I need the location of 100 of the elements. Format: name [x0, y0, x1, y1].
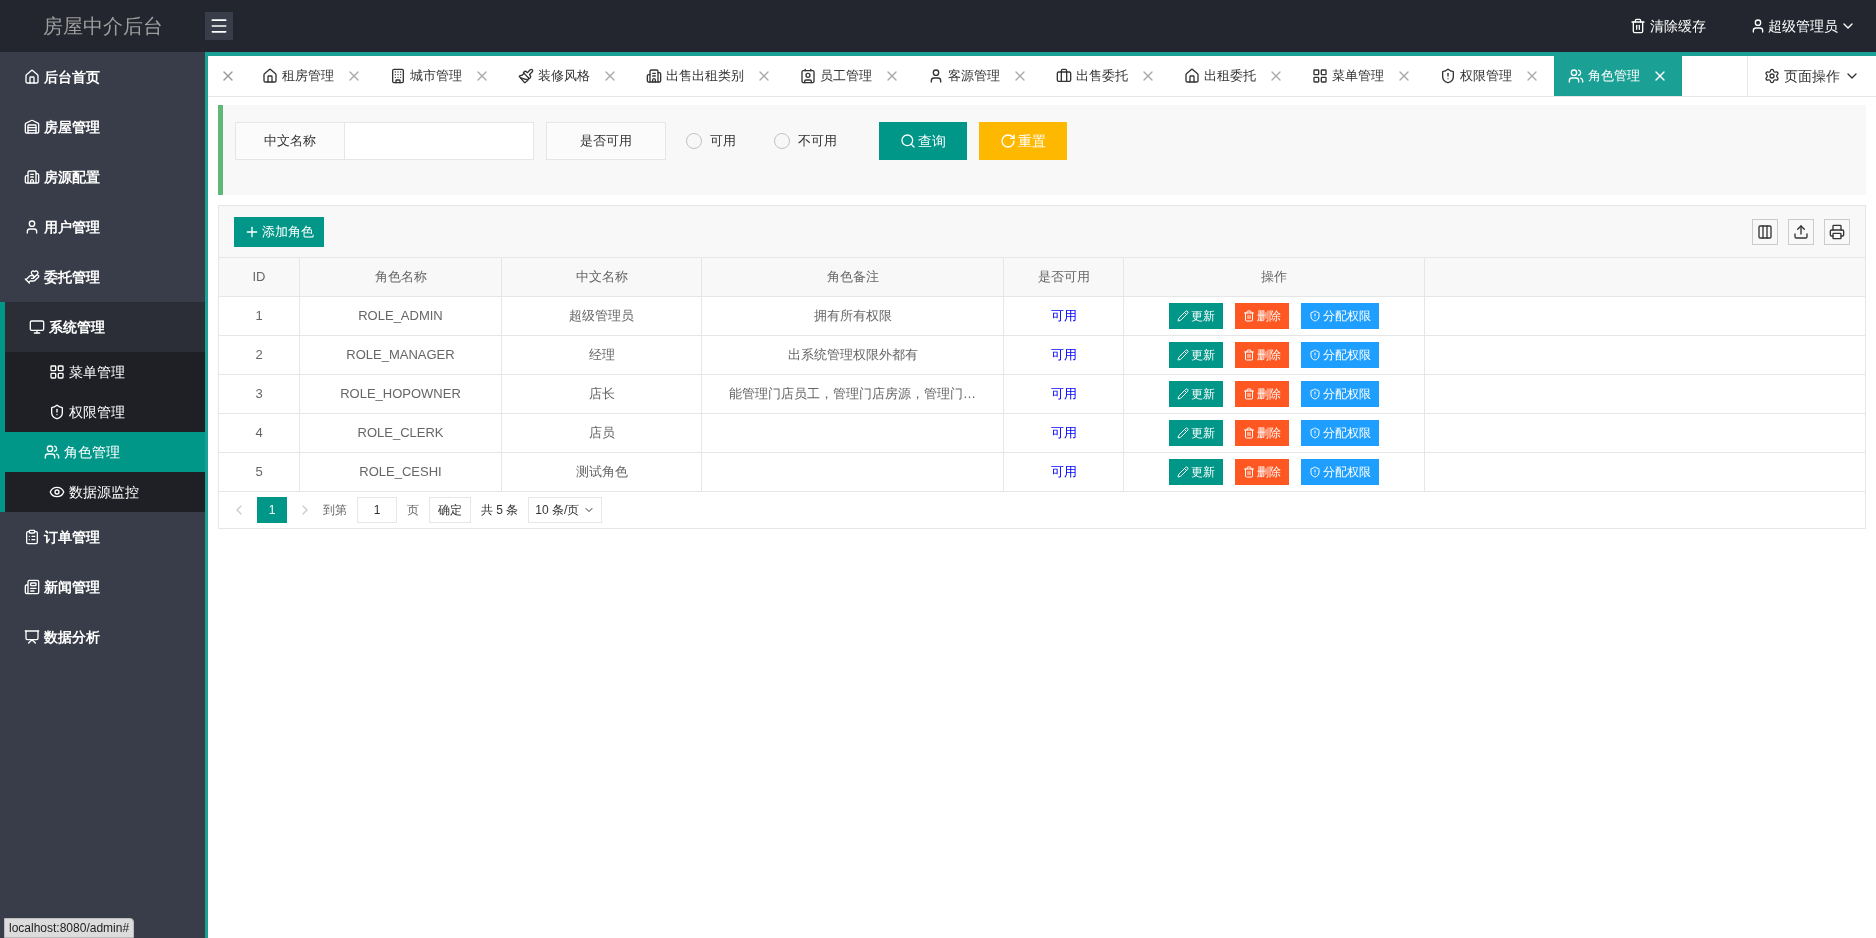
user-icon — [1750, 18, 1766, 34]
table-cell-text: ROLE_ADMIN — [358, 307, 443, 326]
settings-icon — [1764, 68, 1780, 84]
sidebar-item[interactable]: 房源配置 — [0, 152, 205, 202]
status-text: 可用 — [1050, 385, 1077, 404]
user-menu[interactable]: 超级管理员 — [1750, 15, 1856, 37]
clear-cache-button[interactable]: 清除缓存 — [1630, 15, 1706, 37]
sidebar-item[interactable]: 订单管理 — [0, 512, 205, 562]
column-header: 操作 — [1124, 258, 1425, 296]
column-header: 角色备注 — [702, 258, 1004, 296]
column-header: ID — [219, 258, 300, 296]
grid-icon — [49, 364, 65, 380]
table-cell-text: 出系统管理权限外都有 — [787, 346, 918, 365]
print-icon[interactable] — [1824, 218, 1850, 245]
search-button[interactable]: 查询 — [879, 122, 967, 160]
table-cell-text: 超级管理员 — [569, 307, 634, 326]
grid-icon — [1312, 68, 1328, 84]
page-size-select[interactable]: 10 条/页 — [528, 497, 603, 523]
page-actions-button[interactable]: 页面操作 — [1747, 56, 1876, 96]
update-button[interactable]: 更新 — [1169, 342, 1223, 368]
menu-button[interactable] — [205, 12, 233, 40]
user-icon — [928, 68, 944, 84]
page-button[interactable]: 1 — [257, 497, 287, 523]
status-text: 可用 — [1050, 463, 1077, 482]
contact-icon — [800, 68, 816, 84]
status-text: 可用 — [1050, 424, 1077, 443]
warehouse-icon — [24, 119, 40, 135]
tab[interactable]: 出租委托 — [1170, 56, 1298, 96]
table-cell-text: 4 — [255, 424, 263, 443]
total-count: 共 5 条 — [481, 502, 519, 519]
trash-icon — [1243, 427, 1255, 439]
name-input-field[interactable] — [344, 122, 534, 160]
add-role-button[interactable]: 添加角色 — [234, 216, 324, 247]
pencil-icon — [1177, 388, 1189, 400]
field-label: 是否可用 — [546, 122, 666, 160]
eye-icon — [49, 484, 65, 500]
tab[interactable]: 租房管理 — [248, 56, 376, 96]
shield-icon — [1309, 466, 1321, 478]
sidebar-item[interactable]: 数据分析 — [0, 612, 205, 662]
update-button[interactable]: 更新 — [1169, 420, 1223, 446]
tab[interactable]: 权限管理 — [1426, 56, 1554, 96]
sidebar-item[interactable]: 后台首页 — [0, 52, 205, 102]
tab[interactable]: 装修风格 — [504, 56, 632, 96]
trash-icon — [1243, 466, 1255, 478]
table-cell-text: 经理 — [588, 346, 615, 365]
table-cell-text: 1 — [255, 307, 263, 326]
pencil-icon — [1177, 466, 1189, 478]
radio-option[interactable]: 可用 — [678, 122, 744, 160]
columns-icon[interactable] — [1752, 218, 1778, 245]
sidebar-item[interactable]: 委托管理 — [0, 252, 205, 302]
sidebar-item[interactable]: 房屋管理 — [0, 102, 205, 152]
update-button[interactable]: 更新 — [1169, 303, 1223, 329]
page-input-field[interactable]: 1 — [357, 497, 397, 523]
shield-icon — [1440, 68, 1456, 84]
sidebar-subitem[interactable]: 权限管理 — [0, 392, 205, 432]
house-icon — [262, 68, 278, 84]
table-cell-text: 拥有所有权限 — [813, 307, 892, 326]
table-cell-text: 2 — [255, 346, 263, 365]
status-url: localhost:8080/admin# — [4, 918, 135, 938]
field-label: 中文名称 — [235, 122, 345, 160]
trash-icon — [1243, 310, 1255, 322]
tab[interactable]: 客源管理 — [914, 56, 1042, 96]
radio-option[interactable]: 不可用 — [766, 122, 845, 160]
table-cell-text: 店长 — [588, 385, 615, 404]
tab[interactable]: 出售委托 — [1042, 56, 1170, 96]
sidebar-subitem[interactable]: 数据源监控 — [0, 472, 205, 512]
sidebar-item[interactable]: 系统管理 — [0, 302, 205, 352]
trash-icon — [1630, 18, 1646, 34]
users-icon — [1568, 68, 1584, 84]
export-icon[interactable] — [1788, 218, 1814, 245]
table-cell-text: ROLE_HOPOWNER — [340, 385, 461, 404]
clipboard-icon — [24, 529, 40, 545]
trash-icon — [1243, 349, 1255, 361]
building-icon — [390, 68, 406, 84]
update-button[interactable]: 更新 — [1169, 381, 1223, 407]
table-cell-text: 店员 — [588, 424, 615, 443]
confirm-button[interactable]: 确定 — [429, 497, 471, 523]
goto-label: 到第 — [323, 502, 347, 519]
tab[interactable]: 出售出租类别 — [632, 56, 786, 96]
user-icon — [24, 219, 40, 235]
page-unit-label: 页 — [407, 502, 419, 519]
trash-icon — [1243, 388, 1255, 400]
table-cell-text: ROLE_CLERK — [357, 424, 444, 443]
menu-icon — [209, 16, 229, 36]
sidebar-subitem[interactable]: 菜单管理 — [0, 352, 205, 392]
app-title: 房屋中介后台 — [41, 14, 164, 39]
hand-icon — [24, 269, 40, 285]
tab[interactable]: 菜单管理 — [1298, 56, 1426, 96]
search-icon — [900, 133, 916, 149]
shield-icon — [1309, 349, 1321, 361]
update-button[interactable]: 更新 — [1169, 459, 1223, 485]
sidebar-subitem[interactable]: 角色管理 — [0, 432, 205, 472]
paintbrush-icon — [518, 68, 534, 84]
building-icon — [646, 68, 662, 84]
sidebar-item[interactable]: 用户管理 — [0, 202, 205, 252]
users-icon — [44, 444, 60, 460]
tab[interactable]: 城市管理 — [376, 56, 504, 96]
tab[interactable]: 员工管理 — [786, 56, 914, 96]
table-cell-text: ROLE_CESHI — [359, 463, 442, 482]
sidebar-item[interactable]: 新闻管理 — [0, 562, 205, 612]
